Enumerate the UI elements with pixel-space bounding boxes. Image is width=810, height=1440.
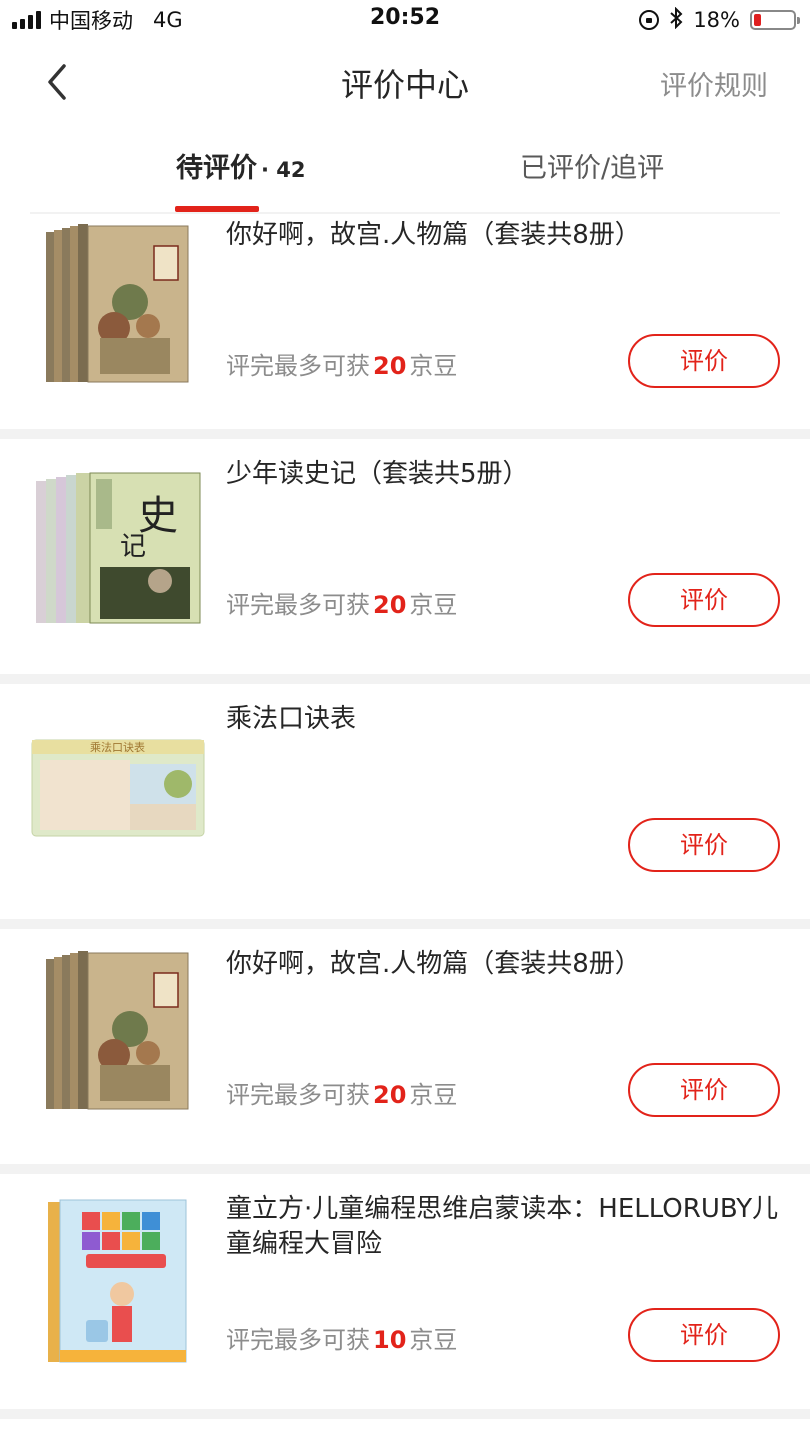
product-thumbnail[interactable] — [30, 218, 206, 394]
review-button[interactable]: 评价 — [628, 818, 780, 872]
review-button[interactable]: 评价 — [628, 1308, 780, 1362]
product-thumbnail[interactable]: 史 记 — [30, 455, 206, 631]
reward-unit: 京豆 — [409, 1081, 458, 1109]
product-thumbnail[interactable] — [30, 945, 206, 1121]
history-book-set-icon: 史 记 — [36, 472, 201, 624]
review-button[interactable]: 评价 — [628, 1063, 780, 1117]
reward-unit: 京豆 — [409, 591, 458, 619]
palace-book-set-icon — [46, 224, 189, 383]
list-item: 你好啊，故宫.人物篇（套装共8册） 评完最多可获 20 京豆 评价 — [0, 929, 810, 1174]
reward-prefix: 评完最多可获 — [226, 352, 370, 380]
reward-prefix: 评完最多可获 — [226, 1326, 370, 1354]
orientation-lock-icon — [639, 10, 660, 30]
tab-pending-label: 待评价 — [176, 153, 257, 184]
list-item: 史 记 少年读史记（套装共5册） 评完最多可获 20 京豆 评价 — [0, 439, 810, 684]
pending-review-list: 你好啊，故宫.人物篇（套装共8册） 评完最多可获 20 京豆 评价 史 记 少年读史… — [0, 214, 810, 1419]
reward-unit: 京豆 — [409, 1326, 458, 1354]
product-title[interactable]: 乘法口诀表 — [226, 702, 786, 737]
product-title[interactable]: 童立方·儿童编程思维启蒙读本：HELLORUBY儿童编程大冒险 — [226, 1192, 786, 1262]
list-item: 乘法口诀表 乘法口诀表 评价 — [0, 684, 810, 929]
status-right: 18% — [639, 6, 800, 34]
tab-pending[interactable]: 待评价 · 42 — [176, 146, 306, 185]
review-button[interactable]: 评价 — [628, 573, 780, 627]
review-rules-link[interactable]: 评价规则 — [660, 64, 768, 103]
product-title[interactable]: 你好啊，故宫.人物篇（套装共8册） — [226, 947, 786, 982]
chart-label: 乘法口诀表 — [90, 740, 145, 754]
battery-icon — [750, 10, 800, 30]
tab-reviewed[interactable]: 已评价/追评 — [520, 146, 664, 185]
nav-bar: 评价中心 评价规则 — [0, 40, 810, 126]
reward-unit: 京豆 — [409, 352, 458, 380]
product-thumbnail[interactable]: 乘法口诀表 — [30, 700, 206, 876]
tab-pending-count: · 42 — [261, 158, 306, 182]
reward-text: 评完最多可获 20 京豆 — [226, 346, 457, 381]
product-thumbnail[interactable] — [30, 1190, 206, 1366]
product-title[interactable]: 你好啊，故宫.人物篇（套装共8册） — [226, 218, 786, 253]
reward-amount: 10 — [373, 1326, 407, 1354]
bluetooth-icon — [669, 6, 683, 34]
reward-amount: 20 — [373, 1081, 407, 1109]
product-title[interactable]: 少年读史记（套装共5册） — [226, 457, 786, 492]
list-item: 童立方·儿童编程思维启蒙读本：HELLORUBY儿童编程大冒险 评完最多可获 10… — [0, 1174, 810, 1419]
reward-amount: 20 — [373, 352, 407, 380]
reward-text: 评完最多可获 10 京豆 — [226, 1320, 457, 1355]
reward-text: 评完最多可获 20 京豆 — [226, 1075, 457, 1110]
battery-percent: 18% — [693, 8, 740, 32]
list-item: 你好啊，故宫.人物篇（套装共8册） 评完最多可获 20 京豆 评价 — [0, 214, 810, 439]
battery-fill — [754, 14, 761, 26]
reward-text: 评完最多可获 20 京豆 — [226, 585, 457, 620]
review-tabs: 待评价 · 42 已评价/追评 — [0, 126, 810, 214]
svg-text:记: 记 — [120, 532, 146, 562]
status-bar: 中国移动 4G 20:52 18% — [0, 0, 810, 40]
review-button[interactable]: 评价 — [628, 334, 780, 388]
reward-prefix: 评完最多可获 — [226, 1081, 370, 1109]
multiplication-chart-icon: 乘法口诀表 — [31, 739, 205, 837]
reward-amount: 20 — [373, 591, 407, 619]
reward-prefix: 评完最多可获 — [226, 591, 370, 619]
palace-book-set-icon — [46, 951, 189, 1110]
hello-ruby-book-icon — [48, 1199, 187, 1363]
